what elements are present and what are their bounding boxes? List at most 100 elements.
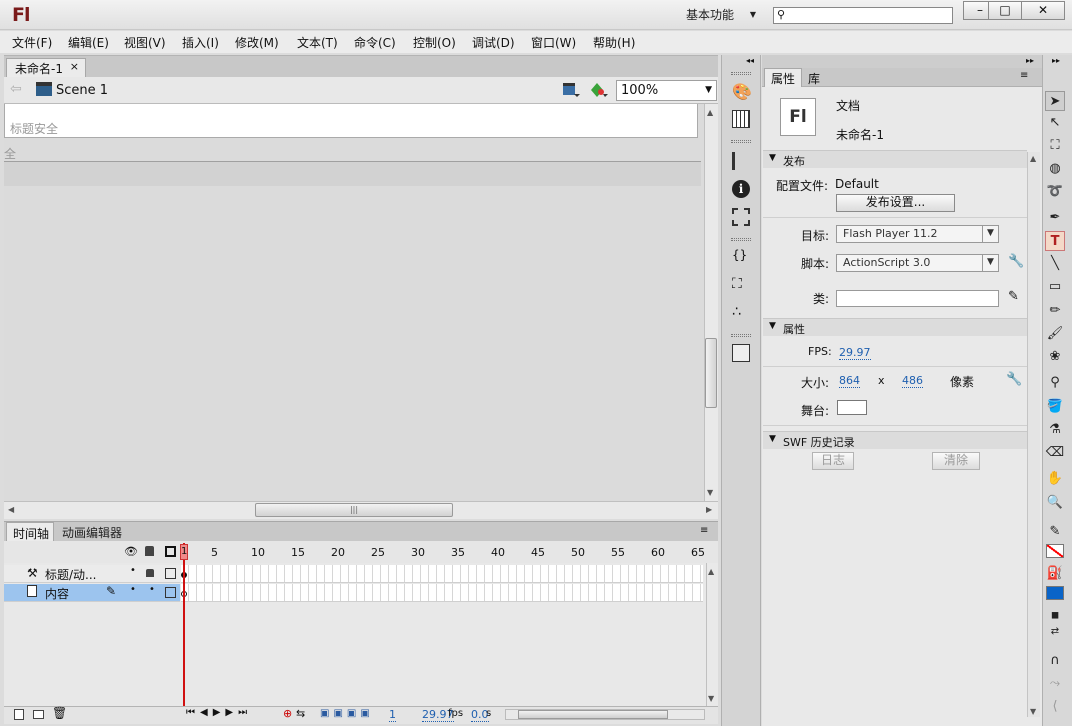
close-window-button[interactable]: ✕ (1021, 1, 1065, 20)
brush-tool-icon[interactable]: 🖌 (1045, 324, 1065, 344)
wrench-icon[interactable]: 🔧 (1006, 372, 1022, 387)
zoom-select[interactable]: 100% ▼ (616, 80, 717, 101)
scroll-up-icon[interactable]: ▲ (1030, 154, 1036, 163)
menu-control[interactable]: 控制(O) (413, 34, 456, 51)
show-hide-icon[interactable]: 👁 (124, 545, 138, 558)
dock-grip[interactable] (731, 238, 751, 241)
workspace-switcher[interactable]: 基本功能 ▼ (678, 6, 762, 26)
hand-tool-icon[interactable]: ✋ (1045, 469, 1065, 489)
wrench-icon[interactable]: 🔧 (1008, 254, 1024, 269)
playhead[interactable] (183, 543, 185, 706)
project-panel-icon[interactable] (732, 344, 750, 362)
script-select[interactable]: ActionScript 3.0 ▼ (836, 254, 999, 272)
layer-frames-title[interactable] (181, 565, 703, 583)
close-icon[interactable]: × (70, 60, 79, 73)
menu-view[interactable]: 视图(V) (124, 34, 166, 51)
scene-label[interactable]: Scene 1 (56, 83, 108, 98)
lock-icon[interactable] (146, 569, 154, 577)
dock-grip[interactable] (731, 334, 751, 337)
eraser-tool-icon[interactable]: ⌫ (1045, 443, 1065, 463)
expand-panels-icon[interactable]: ◂◂ (746, 56, 754, 65)
scroll-right-icon[interactable]: ▶ (706, 505, 712, 514)
stage-vertical-scroll-thumb[interactable] (705, 338, 717, 408)
play-icon[interactable]: ▶ (213, 707, 226, 718)
bone-tool-icon[interactable]: ⚲ (1045, 373, 1065, 393)
tab-library[interactable]: 库 (804, 69, 834, 87)
menu-file[interactable]: 文件(F) (12, 34, 52, 51)
playhead-marker[interactable]: 1 (180, 544, 188, 560)
free-transform-tool-icon[interactable]: ⛶ (1045, 136, 1065, 156)
section-swf-history[interactable]: ▼ SWF 历史记录 (763, 431, 1027, 449)
dock-grip[interactable] (731, 72, 751, 75)
components-panel-icon[interactable]: ⛶ (732, 276, 750, 294)
menu-modify[interactable]: 修改(M) (235, 34, 279, 51)
step-forward-icon[interactable]: ▶ (225, 707, 238, 718)
visible-dot-icon[interactable]: • (130, 584, 136, 595)
class-input[interactable] (836, 290, 999, 307)
new-layer-icon[interactable] (14, 709, 24, 720)
panel-menu-icon[interactable]: ≡ (700, 525, 708, 536)
back-arrow-icon[interactable]: ⇦ (10, 81, 22, 97)
collapse-panel-icon[interactable]: ▸▸ (1026, 56, 1034, 65)
edit-scene-icon[interactable] (590, 82, 608, 98)
dock-grip[interactable] (731, 140, 751, 143)
menu-window[interactable]: 窗口(W) (531, 34, 576, 51)
document-tab[interactable]: 未命名-1 × (6, 58, 86, 77)
paint-bucket-tool-icon[interactable]: 🪣 (1045, 397, 1065, 417)
text-tool-icon[interactable]: T (1045, 231, 1065, 251)
center-frame-icon[interactable]: ⊕ (283, 707, 292, 720)
menu-text[interactable]: 文本(T) (297, 34, 338, 51)
target-select[interactable]: Flash Player 11.2 ▼ (836, 225, 999, 243)
scroll-down-icon[interactable]: ▼ (708, 694, 714, 703)
swatches-panel-icon[interactable] (732, 110, 750, 128)
menu-debug[interactable]: 调试(D) (472, 34, 515, 51)
loop-icon[interactable]: ⇆ (296, 707, 305, 720)
current-frame-value[interactable]: 1 (389, 708, 396, 722)
swap-colors-icon[interactable]: ⇄ (1045, 622, 1065, 642)
log-button[interactable]: 日志 (812, 452, 854, 470)
onion-skin-controls[interactable]: ▣▣▣▣ (320, 708, 374, 719)
lock-icon[interactable] (145, 546, 154, 556)
layer-color-swatch[interactable] (165, 568, 176, 579)
scroll-up-icon[interactable]: ▲ (707, 108, 713, 117)
panel-menu-icon[interactable]: ≡ (1020, 70, 1028, 81)
new-folder-icon[interactable] (33, 710, 44, 719)
layer-name[interactable]: 内容 (45, 585, 69, 602)
tab-timeline[interactable]: 时间轴 (6, 522, 54, 541)
info-panel-icon[interactable]: i (732, 180, 750, 198)
height-value[interactable]: 486 (902, 374, 923, 388)
eyedropper-tool-icon[interactable]: ⚗ (1045, 420, 1065, 440)
fps-value[interactable]: 29.97 (839, 346, 871, 360)
menu-commands[interactable]: 命令(C) (354, 34, 396, 51)
section-publish[interactable]: ▼ 发布 (763, 150, 1027, 168)
lock-dot-icon[interactable]: • (149, 584, 155, 595)
edit-symbols-icon[interactable] (562, 82, 580, 98)
first-frame-icon[interactable]: ⏮ (186, 707, 200, 718)
timeline-horizontal-scroll-thumb[interactable] (518, 710, 668, 719)
tab-motion-editor[interactable]: 动画编辑器 (58, 522, 130, 541)
subselection-tool-icon[interactable]: ↖ (1045, 113, 1065, 133)
snap-to-objects-icon[interactable]: ∩ (1045, 651, 1065, 671)
clear-button[interactable]: 清除 (932, 452, 980, 470)
last-frame-icon[interactable]: ⏭ (238, 707, 252, 718)
stage[interactable] (4, 104, 698, 138)
delete-layer-icon[interactable]: 🗑 (52, 706, 67, 720)
search-input[interactable]: ⚲ (773, 7, 953, 24)
layer-frames-content[interactable] (181, 584, 703, 602)
expand-tools-icon[interactable]: ▸▸ (1052, 56, 1060, 65)
timeline-vertical-scrollbar[interactable] (706, 563, 718, 706)
rectangle-tool-icon[interactable]: ▭ (1045, 277, 1065, 297)
scroll-down-icon[interactable]: ▼ (707, 488, 713, 497)
section-properties[interactable]: ▼ 属性 (763, 318, 1027, 336)
scroll-left-icon[interactable]: ◀ (8, 505, 14, 514)
stage-vertical-scrollbar[interactable] (704, 104, 718, 501)
scroll-up-icon[interactable]: ▲ (708, 567, 714, 576)
transform-panel-icon[interactable] (732, 208, 750, 226)
stage-color-swatch[interactable] (837, 400, 867, 415)
publish-settings-button[interactable]: 发布设置... (836, 194, 955, 212)
layer-color-swatch[interactable] (165, 587, 176, 598)
properties-scrollbar[interactable] (1027, 152, 1040, 717)
stage-horizontal-scroll-thumb[interactable]: ||| (255, 503, 453, 517)
stroke-color-swatch[interactable] (1046, 544, 1064, 558)
width-value[interactable]: 864 (839, 374, 860, 388)
